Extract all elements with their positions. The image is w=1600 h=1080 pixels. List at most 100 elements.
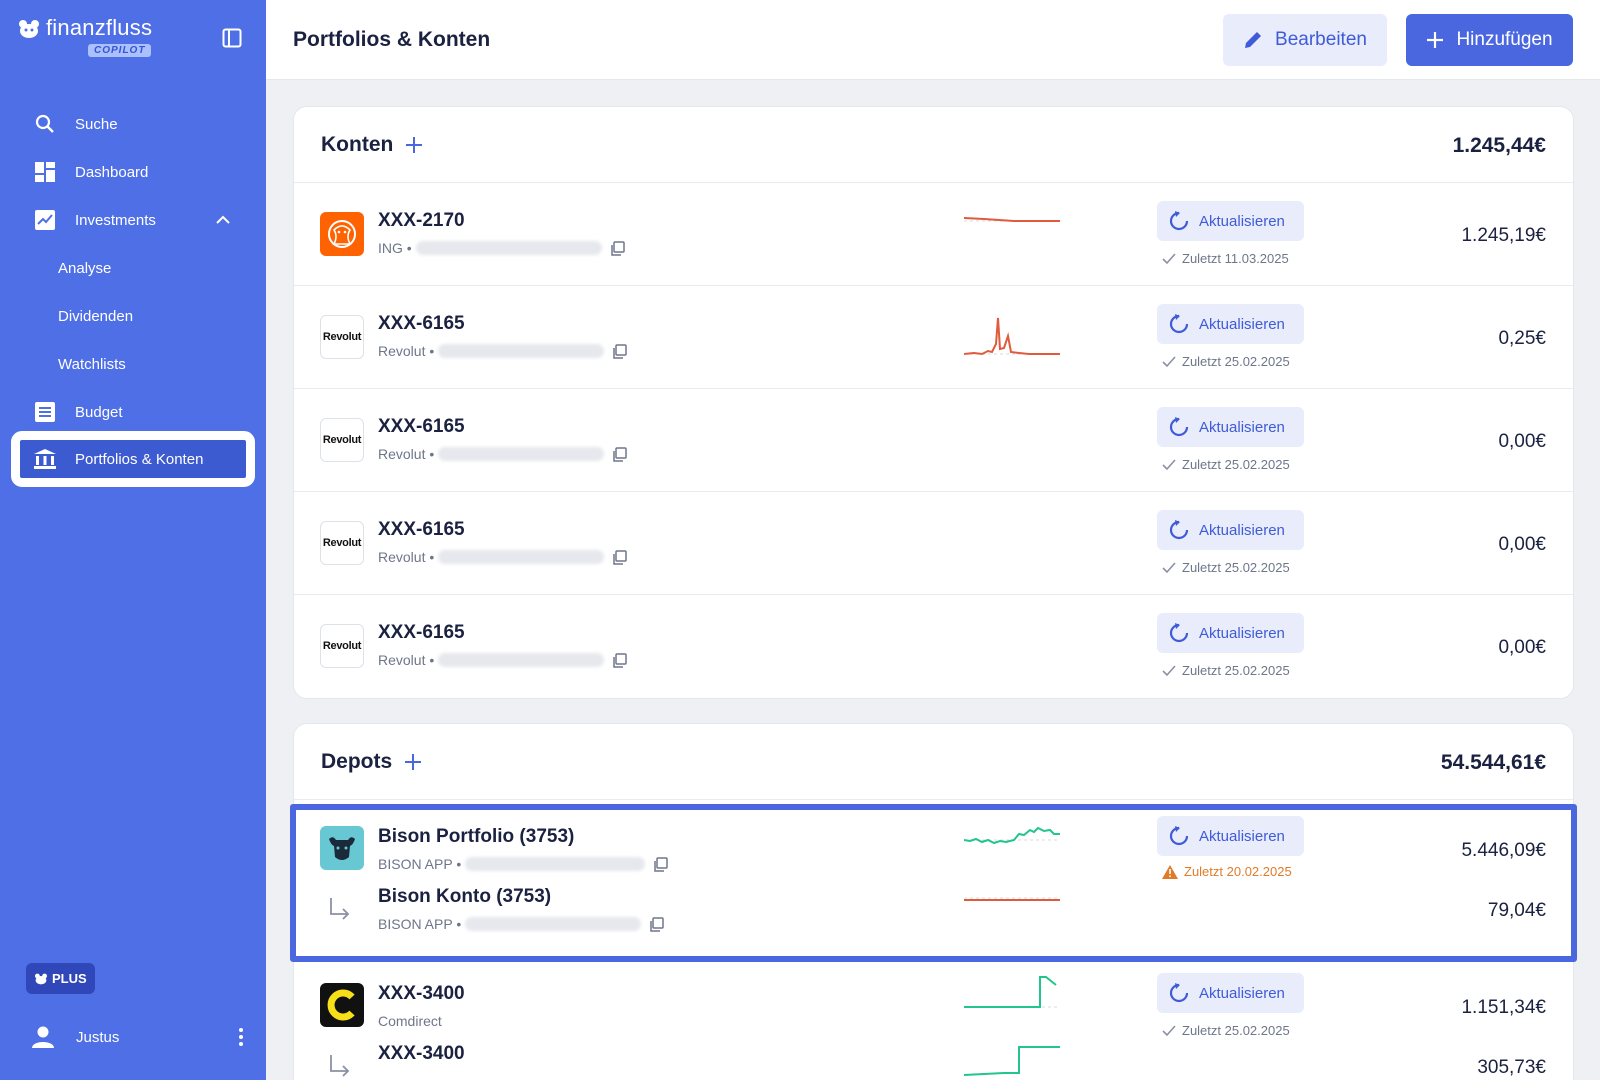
sidebar-item-dashboard[interactable]: Dashboard bbox=[0, 148, 266, 196]
account-row[interactable]: Revolut XXX-6165 Revolut • Aktualisieren… bbox=[294, 595, 1573, 698]
account-name: Bison Portfolio (3753) bbox=[378, 826, 575, 847]
add-label: Hinzufügen bbox=[1456, 29, 1553, 50]
copy-icon[interactable] bbox=[653, 856, 668, 872]
refresh-button[interactable]: Aktualisieren bbox=[1157, 816, 1304, 856]
account-provider: Revolut • bbox=[378, 652, 628, 668]
sidebar-item-portfolios[interactable]: Portfolios & Konten bbox=[11, 431, 255, 487]
sub-account-balance: 305,73€ bbox=[1477, 1057, 1546, 1078]
section-total: 54.544,61€ bbox=[1440, 751, 1546, 774]
warning-icon bbox=[1162, 864, 1178, 879]
account-balance: 1.245,19€ bbox=[1461, 225, 1546, 246]
revolut-logo: Revolut bbox=[320, 418, 364, 462]
provider-name: Revolut • bbox=[378, 652, 435, 668]
last-updated-text: Zuletzt 20.02.2025 bbox=[1184, 864, 1292, 879]
edit-label: Bearbeiten bbox=[1275, 29, 1367, 50]
depot-row[interactable]: Bison Portfolio (3753) BISON APP • Aktua… bbox=[294, 800, 1573, 957]
brand-name: finanzfluss bbox=[46, 15, 153, 40]
edit-button[interactable]: Bearbeiten bbox=[1223, 14, 1387, 66]
account-provider: Revolut • bbox=[378, 343, 628, 359]
last-updated: Zuletzt 25.02.2025 bbox=[1162, 663, 1290, 678]
copy-icon[interactable] bbox=[610, 240, 625, 256]
sidebar-item-investments[interactable]: Investments bbox=[0, 196, 266, 244]
account-row[interactable]: Revolut XXX-6165 Revolut • Aktualisieren… bbox=[294, 286, 1573, 389]
account-row[interactable]: Revolut XXX-6165 Revolut • Aktualisieren… bbox=[294, 492, 1573, 595]
account-name: XXX-3400 bbox=[378, 983, 465, 1004]
sidebar-item-search[interactable]: Suche bbox=[0, 100, 266, 148]
plus-plan-badge[interactable]: PLUS bbox=[26, 963, 95, 994]
sidebar-toggle-icon[interactable] bbox=[222, 28, 242, 48]
sidebar-item-dividenden[interactable]: Dividenden bbox=[0, 292, 266, 340]
refresh-icon bbox=[1169, 520, 1189, 540]
copilot-badge: COPILOT bbox=[88, 44, 152, 57]
copy-icon[interactable] bbox=[612, 343, 628, 359]
refresh-button[interactable]: Aktualisieren bbox=[1157, 304, 1304, 344]
account-name: XXX-6165 bbox=[378, 416, 465, 437]
revolut-logo: Revolut bbox=[320, 624, 364, 668]
sidebar-item-watchlists[interactable]: Watchlists bbox=[0, 340, 266, 388]
last-updated: Zuletzt 25.02.2025 bbox=[1162, 1023, 1290, 1038]
account-provider: ING • bbox=[378, 240, 625, 256]
account-provider: Revolut • bbox=[378, 549, 628, 565]
account-balance: 0,25€ bbox=[1498, 328, 1546, 349]
account-name: XXX-6165 bbox=[378, 519, 465, 540]
depot-balance: 5.446,09€ bbox=[1461, 840, 1546, 861]
sparkline bbox=[964, 976, 1060, 1008]
sub-account-provider: BISON APP • bbox=[378, 916, 664, 932]
ing-lion-logo-icon bbox=[320, 212, 364, 256]
depots-header: Depots 54.544,61€ bbox=[294, 724, 1573, 800]
sparkline bbox=[964, 217, 1060, 222]
depots-card: Depots 54.544,61€ Bison Portfolio (3753)… bbox=[293, 723, 1574, 1080]
copy-icon[interactable] bbox=[612, 652, 628, 668]
check-icon bbox=[1162, 252, 1176, 264]
search-icon bbox=[34, 113, 56, 135]
brand[interactable]: finanzfluss COPILOT bbox=[18, 15, 153, 57]
user-menu[interactable]: Justus bbox=[32, 1026, 244, 1048]
bison-logo-icon bbox=[320, 826, 364, 870]
account-row[interactable]: XXX-2170 ING • Aktualisieren Zuletzt 11.… bbox=[294, 183, 1573, 286]
sidebar-item-budget[interactable]: Budget bbox=[0, 388, 266, 436]
copy-icon[interactable] bbox=[612, 549, 628, 565]
sparkline bbox=[964, 826, 1060, 845]
sub-account-arrow-icon bbox=[330, 1055, 350, 1077]
last-updated-text: Zuletzt 25.02.2025 bbox=[1182, 457, 1290, 472]
refresh-label: Aktualisieren bbox=[1199, 984, 1285, 1002]
refresh-button[interactable]: Aktualisieren bbox=[1157, 201, 1304, 241]
provider-name: Comdirect bbox=[378, 1013, 442, 1029]
provider-name: Revolut • bbox=[378, 549, 435, 565]
refresh-button[interactable]: Aktualisieren bbox=[1157, 973, 1304, 1013]
chevron-up-icon[interactable] bbox=[214, 211, 232, 229]
last-updated: Zuletzt 20.02.2025 bbox=[1162, 864, 1292, 879]
revolut-logo: Revolut bbox=[320, 521, 364, 565]
sidebar-item-label: Analyse bbox=[58, 259, 112, 277]
more-vertical-icon[interactable] bbox=[238, 1027, 244, 1047]
refresh-label: Aktualisieren bbox=[1199, 418, 1285, 436]
account-row[interactable]: Revolut XXX-6165 Revolut • Aktualisieren… bbox=[294, 389, 1573, 492]
sidebar-item-analyse[interactable]: Analyse bbox=[0, 244, 266, 292]
konten-header: Konten 1.245,44€ bbox=[294, 107, 1573, 183]
provider-name: BISON APP • bbox=[378, 916, 462, 932]
depot-row[interactable]: XXX-3400 Comdirect Aktualisieren Zuletzt… bbox=[294, 957, 1573, 1080]
refresh-label: Aktualisieren bbox=[1199, 624, 1285, 642]
copy-icon[interactable] bbox=[612, 446, 628, 462]
copy-icon[interactable] bbox=[649, 916, 664, 932]
add-depot-plus-icon[interactable] bbox=[404, 753, 422, 771]
check-icon bbox=[1162, 355, 1176, 367]
sidebar-item-label: Budget bbox=[75, 403, 123, 421]
comdirect-logo-icon bbox=[320, 983, 364, 1027]
provider-name: Revolut • bbox=[378, 343, 435, 359]
last-updated-text: Zuletzt 25.02.2025 bbox=[1182, 560, 1290, 575]
refresh-label: Aktualisieren bbox=[1199, 827, 1285, 845]
account-balance: 0,00€ bbox=[1498, 534, 1546, 555]
add-account-plus-icon[interactable] bbox=[405, 136, 423, 154]
user-avatar-icon bbox=[32, 1026, 54, 1048]
add-button[interactable]: Hinzufügen bbox=[1406, 14, 1573, 66]
revolut-logo: Revolut bbox=[320, 315, 364, 359]
last-updated-text: Zuletzt 11.03.2025 bbox=[1182, 251, 1289, 266]
masked-iban bbox=[438, 344, 605, 358]
check-icon bbox=[1162, 458, 1176, 470]
refresh-button[interactable]: Aktualisieren bbox=[1157, 510, 1304, 550]
refresh-button[interactable]: Aktualisieren bbox=[1157, 407, 1304, 447]
refresh-icon bbox=[1169, 826, 1189, 846]
section-title: Konten bbox=[321, 132, 394, 156]
refresh-button[interactable]: Aktualisieren bbox=[1157, 613, 1304, 653]
